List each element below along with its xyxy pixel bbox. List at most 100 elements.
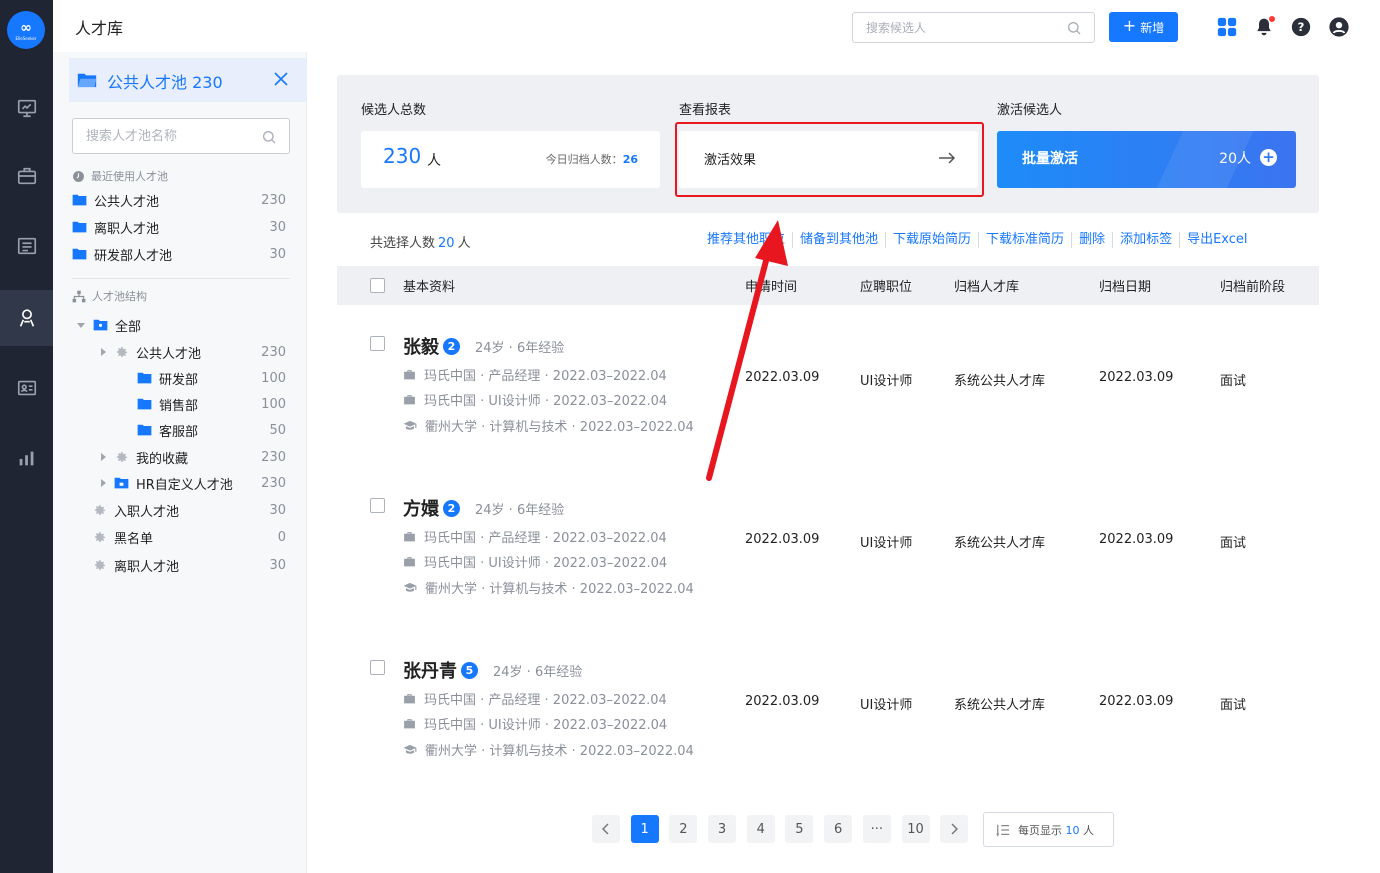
table-row[interactable]: 张毅 2 24岁 · 6年经验 玛氏中国 · 产品经理 · 2022.03–202…: [337, 333, 1319, 463]
page-button[interactable]: 5: [785, 815, 814, 843]
education-text: 衢州大学 · 计算机与技术 · 2022.03–2022.04: [425, 420, 694, 435]
action-export-excel[interactable]: 导出Excel: [1179, 232, 1254, 248]
recent-pool-item[interactable]: 离职人才池 30: [72, 214, 290, 240]
tree-item-all[interactable]: 全部: [77, 312, 290, 338]
rail-item-list[interactable]: [0, 218, 53, 274]
person-icon: [19, 309, 34, 327]
chevron-right-icon[interactable]: [101, 479, 106, 487]
tree-label: 离职人才池: [114, 559, 180, 575]
candidate-search-input[interactable]: [853, 13, 1053, 42]
action-delete[interactable]: 删除: [1071, 232, 1112, 248]
table-row[interactable]: 张丹青 5 24岁 · 6年经验 玛氏中国 · 产品经理 · 2022.03–20…: [337, 657, 1319, 787]
page-button[interactable]: 3: [708, 815, 737, 843]
rail-item-contacts[interactable]: [0, 360, 53, 416]
table-header: 基本资料 申请时间 应聘职位 归档人才库 归档日期 归档前阶段: [337, 266, 1319, 305]
work-line: 玛氏中国 · UI设计师 · 2022.03–2022.04: [403, 714, 667, 733]
close-icon[interactable]: [273, 71, 289, 87]
rail-item-reports[interactable]: [0, 430, 53, 486]
work-text: 玛氏中国 · UI设计师 · 2022.03–2022.04: [424, 394, 668, 409]
apply-time: 2022.03.09: [745, 370, 820, 385]
chevron-right-icon: [951, 823, 959, 835]
total-candidates-title: 候选人总数: [361, 103, 427, 118]
activate-candidates-title: 激活候选人: [997, 103, 1063, 118]
batch-activate-count: 20人: [1219, 151, 1251, 167]
chevron-down-icon[interactable]: [77, 322, 85, 328]
row-checkbox[interactable]: [370, 660, 385, 675]
current-pool-header: 公共人才池 230: [69, 58, 307, 102]
prev-page-button[interactable]: [592, 815, 620, 843]
archive-pool: 系统公共人才库: [954, 698, 1046, 713]
pool-search-input[interactable]: [73, 119, 253, 153]
application-count-badge: 5: [461, 661, 478, 679]
next-page-button[interactable]: [940, 815, 969, 843]
page-size-selector[interactable]: 每页显示 10 人: [983, 812, 1114, 847]
candidate-name-text: 张丹青: [403, 661, 457, 682]
work-text: 玛氏中国 · UI设计师 · 2022.03–2022.04: [424, 556, 668, 571]
prev-stage: 面试: [1220, 536, 1247, 551]
tree-item-public-pool[interactable]: 公共人才池 230: [101, 339, 290, 365]
action-add-tag[interactable]: 添加标签: [1112, 232, 1179, 248]
select-all-checkbox[interactable]: [370, 278, 385, 293]
rail-item-jobs[interactable]: [0, 148, 53, 204]
search-icon[interactable]: [261, 129, 277, 145]
row-checkbox[interactable]: [370, 336, 385, 351]
folder-icon: [72, 248, 87, 260]
page-ellipsis[interactable]: ···: [862, 815, 891, 843]
view-report-title: 查看报表: [679, 103, 732, 118]
pool-search: [72, 118, 290, 154]
action-download-original[interactable]: 下载原始简历: [885, 232, 978, 248]
top-bar: 人才库 + 新增 ?: [53, 0, 1380, 52]
action-recommend[interactable]: 推荐其他职位: [707, 232, 792, 248]
tree-label: 黑名单: [114, 531, 154, 547]
prev-stage: 面试: [1220, 374, 1247, 389]
col-archive-date: 归档日期: [1099, 280, 1152, 295]
batch-actions: 推荐其他职位 储备到其他池 下载原始简历 下载标准简历 删除 添加标签 导出Ex…: [707, 232, 1255, 248]
app-logo[interactable]: ∞ ElleSeeker: [7, 11, 45, 49]
briefcase-icon: [404, 532, 415, 542]
search-icon[interactable]: [1066, 20, 1082, 36]
page-button[interactable]: 4: [746, 815, 775, 843]
page-button[interactable]: 6: [824, 815, 853, 843]
chevron-right-icon[interactable]: [101, 348, 106, 356]
tree-item-rd[interactable]: 研发部 100: [137, 365, 290, 391]
tree-item-sales[interactable]: 销售部 100: [137, 391, 290, 417]
apply-time: 2022.03.09: [745, 532, 820, 547]
plus-circle-icon[interactable]: +: [1260, 149, 1277, 166]
tree-item-onboard[interactable]: 入职人才池 30: [92, 497, 290, 523]
tree-item-favorites[interactable]: 我的收藏 230: [101, 444, 290, 470]
batch-activate-card[interactable]: 批量激活 20人 +: [997, 131, 1296, 188]
page-button[interactable]: 1: [630, 815, 659, 843]
help-icon[interactable]: ?: [1289, 15, 1313, 39]
folder-user-icon: [93, 319, 108, 331]
table-row[interactable]: 方嬛 2 24岁 · 6年经验 玛氏中国 · 产品经理 · 2022.03–202…: [337, 495, 1319, 625]
candidate-name[interactable]: 方嬛 2: [403, 495, 460, 521]
candidate-name-text: 张毅: [403, 337, 439, 358]
recent-pool-item[interactable]: 研发部人才池 30: [72, 241, 290, 267]
app-rail: ∞ ElleSeeker: [0, 0, 53, 873]
archive-date: 2022.03.09: [1099, 532, 1174, 547]
pool-label: 公共人才池: [94, 194, 160, 210]
user-avatar-icon[interactable]: [1327, 15, 1351, 39]
action-reserve[interactable]: 储备到其他池: [792, 232, 885, 248]
rail-item-dashboard[interactable]: [0, 80, 53, 136]
page-button[interactable]: 2: [669, 815, 698, 843]
bell-icon[interactable]: [1252, 15, 1276, 39]
apps-icon[interactable]: [1215, 15, 1239, 39]
tree-item-service[interactable]: 客服部 50: [137, 417, 290, 443]
chevron-right-icon[interactable]: [101, 453, 106, 461]
briefcase-icon: [404, 557, 415, 567]
tree-item-resigned[interactable]: 离职人才池 30: [92, 552, 290, 578]
rail-item-talent[interactable]: [0, 290, 53, 346]
candidate-name[interactable]: 张毅 2: [403, 333, 460, 359]
tree-item-blacklist[interactable]: 黑名单 0: [92, 524, 290, 550]
row-checkbox[interactable]: [370, 498, 385, 513]
archive-date: 2022.03.09: [1099, 370, 1174, 385]
tree-item-hr-custom[interactable]: HR自定义人才池 230: [101, 470, 290, 496]
add-button[interactable]: + 新增: [1109, 12, 1178, 42]
page-button[interactable]: 10: [901, 815, 930, 843]
candidate-name[interactable]: 张丹青 5: [403, 657, 478, 683]
briefcase-icon: [404, 395, 415, 405]
action-download-standard[interactable]: 下载标准简历: [978, 232, 1071, 248]
col-position: 应聘职位: [860, 280, 913, 295]
recent-pool-item[interactable]: 公共人才池 230: [72, 187, 290, 213]
